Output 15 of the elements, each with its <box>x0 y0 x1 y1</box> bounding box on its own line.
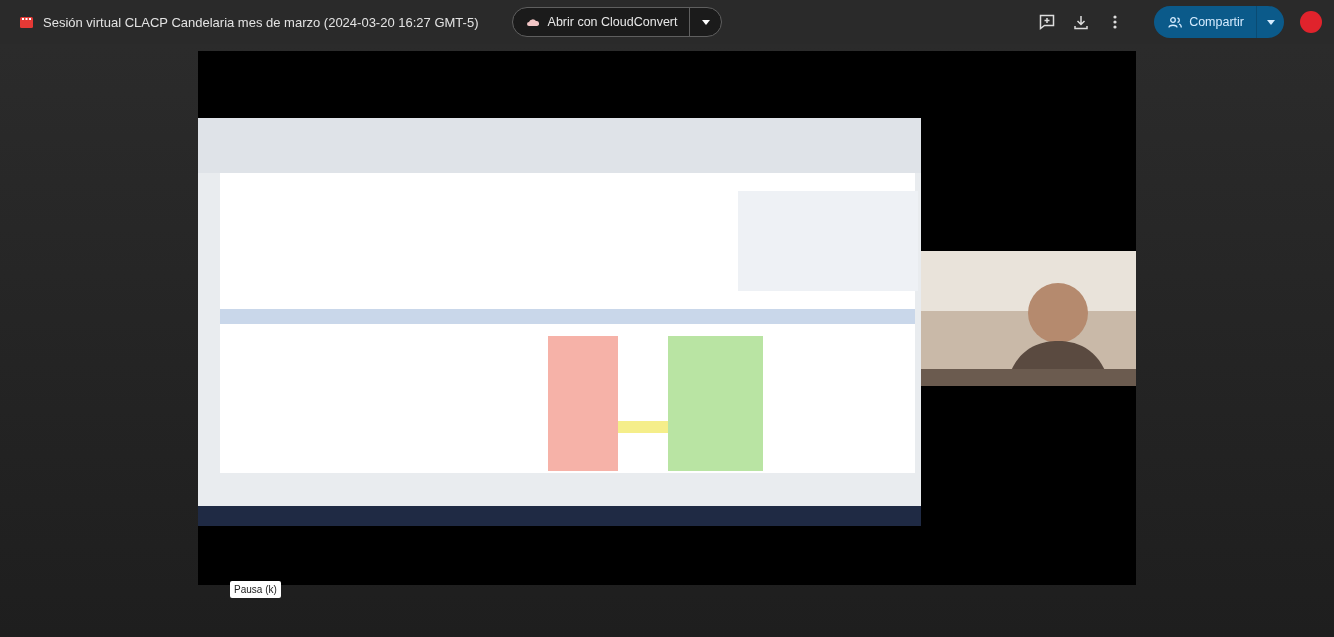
add-comment-icon <box>1039 14 1056 30</box>
tooltip: Pausa (k) <box>230 581 281 598</box>
people-icon <box>1168 16 1183 28</box>
caret-icon <box>701 19 710 25</box>
share-control[interactable]: Compartir <box>1154 6 1284 38</box>
open-with-control[interactable]: Abrir con CloudConvert <box>511 7 723 37</box>
more-icon <box>1113 15 1118 29</box>
open-with-button[interactable]: Abrir con CloudConvert <box>512 8 690 36</box>
download-icon <box>1074 14 1089 30</box>
account-avatar[interactable] <box>1300 11 1322 33</box>
caret-icon <box>1266 19 1275 25</box>
cloud-icon <box>526 18 539 26</box>
share-button[interactable]: Compartir <box>1154 6 1256 38</box>
file-title: Sesión virtual CLACP Candelaria mes de marzo (2024-03-20 16:27 GMT-5) <box>43 14 479 30</box>
video-file-icon <box>20 16 33 28</box>
